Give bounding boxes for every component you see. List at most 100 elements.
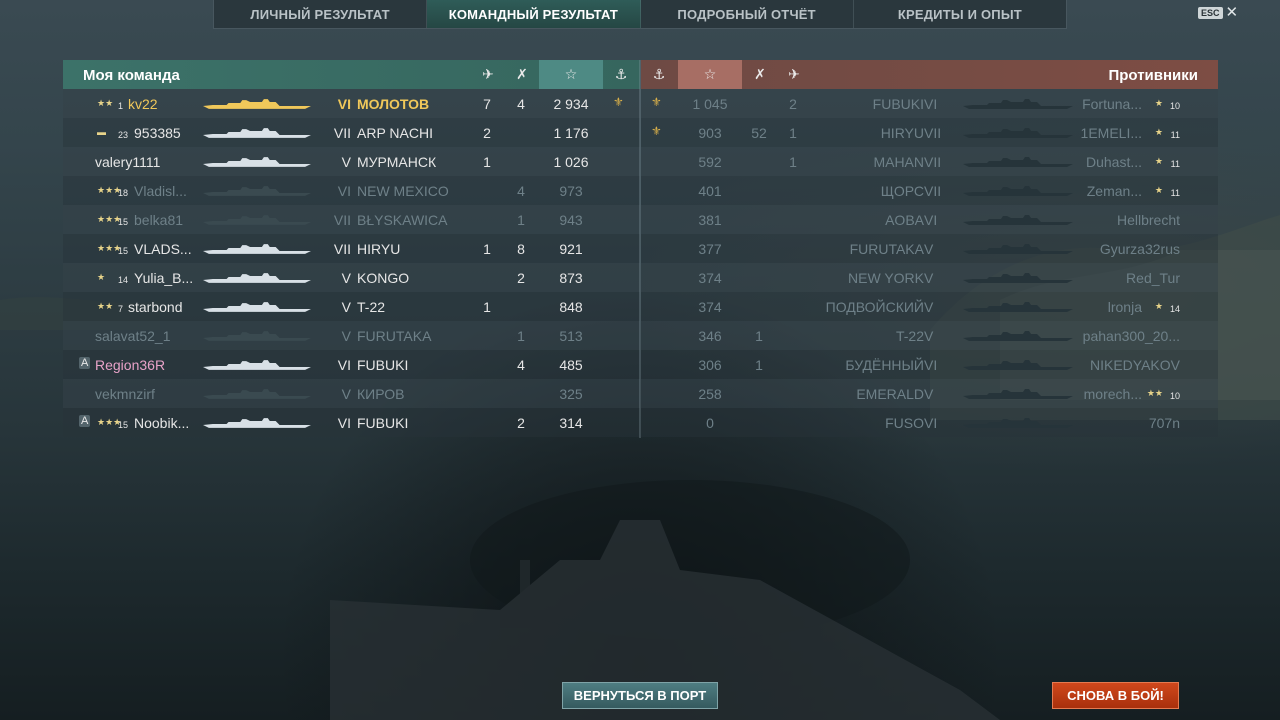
table-row[interactable]: ⚜ 1 045 2 FUBUKI VI Fortuna... ★ 10 xyxy=(641,89,1218,118)
table-row[interactable]: 346 1 T-22 Vpahan300_20... xyxy=(641,321,1218,350)
ships-destroyed: 1 xyxy=(517,212,525,228)
table-row[interactable]: 592 1 MAHAN VII Duhast... ★ 11 xyxy=(641,147,1218,176)
planes-destroyed: 7 xyxy=(483,96,491,112)
ship-tier: VI xyxy=(924,96,938,112)
player-name[interactable]: NIKEDYAKOV xyxy=(1090,357,1180,373)
ship-silhouette-icon xyxy=(203,184,311,196)
ship-tier: V xyxy=(924,299,934,315)
my-team-rows: ★★ 1 kv22 VI МОЛОТОВ 7 4 2 934 ⚜ ▬ 23 953385 VII ARP … xyxy=(63,89,640,437)
table-row[interactable]: A ★★★ 15 Noobik... VI FUBUKI 2 314 xyxy=(63,408,640,437)
table-row[interactable]: 401 ЩОРС VII Zeman... ★ 11 xyxy=(641,176,1218,205)
base-xp: 2 934 xyxy=(553,96,589,112)
crossed-swords-icon[interactable]: ✗ xyxy=(506,60,538,89)
return-to-port-button[interactable]: ВЕРНУТЬСЯ В ПОРТ xyxy=(562,682,718,709)
player-name[interactable]: VLADS... xyxy=(134,241,192,257)
ship-tier: V xyxy=(924,241,934,257)
player-name[interactable]: valery1111 xyxy=(95,154,160,170)
player-name[interactable]: belka81 xyxy=(134,212,183,228)
tab-detailed-report[interactable]: ПОДРОБНЫЙ ОТЧЁТ xyxy=(641,0,854,28)
base-xp: 1 045 xyxy=(692,96,728,112)
ship-name: КИРОВ xyxy=(357,386,405,402)
star-icon[interactable]: ☆ xyxy=(678,60,742,89)
table-row[interactable]: ★★★ 15 VLADS... VII HIRYU 1 8 921 xyxy=(63,234,640,263)
ship-tier: V xyxy=(924,328,934,344)
ship-tier: V xyxy=(341,328,351,344)
player-name[interactable]: vekmnzirf xyxy=(95,386,155,402)
ship-silhouette-icon xyxy=(203,329,311,341)
table-row[interactable]: 374 NEW YORK V Red_Tur xyxy=(641,263,1218,292)
tab-credits-xp[interactable]: КРЕДИТЫ И ОПЫТ xyxy=(854,0,1066,28)
ship-tier: V xyxy=(341,270,351,286)
table-row[interactable]: ⚜ 903 52 1 HIRYU VII 1EMELI... ★ 11 xyxy=(641,118,1218,147)
ship-name: EMERALD xyxy=(856,386,924,402)
player-name[interactable]: Duhast... xyxy=(1086,154,1142,170)
my-team-title: Моя команда xyxy=(83,67,180,84)
rank-badge-icon: ★ xyxy=(1154,185,1163,195)
player-name[interactable]: 707n xyxy=(1149,415,1180,431)
table-row[interactable]: 377 FURUTAKA V Gyurza32rus xyxy=(641,234,1218,263)
ships-destroyed: 2 xyxy=(517,270,525,286)
player-name[interactable]: salavat52_1 xyxy=(95,328,171,344)
ships-destroyed: 1 xyxy=(755,357,763,373)
table-row[interactable]: salavat52_1 V FURUTAKA 1 513 xyxy=(63,321,640,350)
table-row[interactable]: ★★★ 18 Vladisl... VI NEW MEXICO 4 973 xyxy=(63,176,640,205)
player-name[interactable]: Hellbrecht xyxy=(1117,212,1180,228)
player-name[interactable]: morech... xyxy=(1084,386,1142,402)
rank-badge-icon: ★★ xyxy=(97,98,114,108)
ship-name: ЩОРС xyxy=(880,183,924,199)
player-name[interactable]: Red_Tur xyxy=(1126,270,1180,286)
table-row[interactable]: ★★★ 15 belka81 VII BŁYSKAWICA 1 943 xyxy=(63,205,640,234)
ship-silhouette-icon xyxy=(959,416,1077,428)
tab-team-result[interactable]: КОМАНДНЫЙ РЕЗУЛЬТАТ xyxy=(427,0,641,28)
table-row[interactable]: A Region36R VI FUBUKI 4 485 xyxy=(63,350,640,379)
player-name[interactable]: Noobik... xyxy=(134,415,189,431)
table-row[interactable]: ▬ 23 953385 VII ARP NACHI 2 1 176 xyxy=(63,118,640,147)
ship-name: FUSO xyxy=(885,415,924,431)
rank-badge-icon: ★ xyxy=(1154,98,1163,108)
player-name[interactable]: Fortuna... xyxy=(1082,96,1142,112)
player-name[interactable]: Vladisl... xyxy=(134,183,187,199)
player-name[interactable]: Region36R xyxy=(95,357,165,373)
planes-destroyed: 1 xyxy=(789,154,797,170)
table-row[interactable]: valery1111 V МУРМАНСК 1 1 026 xyxy=(63,147,640,176)
star-icon[interactable]: ☆ xyxy=(539,60,603,89)
table-row[interactable]: ★★ 1 kv22 VI МОЛОТОВ 7 4 2 934 ⚜ xyxy=(63,89,640,118)
base-xp: 873 xyxy=(559,270,583,286)
table-row[interactable]: 0 FUSO VI 707n xyxy=(641,408,1218,437)
table-row[interactable]: 258 EMERALD Vmorech... ★★ 10 xyxy=(641,379,1218,408)
enemy-team-rows: ⚜ 1 045 2 FUBUKI VI Fortuna... ★ 10 ⚜ 903 52 1 HIRYU… xyxy=(641,89,1218,437)
anchor-medal-icon[interactable]: ⚓ xyxy=(605,60,637,89)
crossed-swords-icon[interactable]: ✗ xyxy=(744,60,776,89)
anchor-medal-icon[interactable]: ⚓ xyxy=(643,60,675,89)
table-row[interactable]: 306 1 БУДЁННЫЙ VI NIKEDYAKOV xyxy=(641,350,1218,379)
player-name[interactable]: Gyurza32rus xyxy=(1100,241,1180,257)
table-row[interactable]: ★ 14 Yulia_B... V KONGO 2 873 xyxy=(63,263,640,292)
enemy-team-panel: ⚓ ☆ ✗ ✈ Противники ⚜ 1 045 2 FUBUKI VI Fortun… xyxy=(641,60,1218,437)
plane-icon[interactable]: ✈ xyxy=(472,60,504,89)
rank-badge-icon: ★ xyxy=(97,272,106,282)
player-name[interactable]: kv22 xyxy=(128,96,158,112)
player-name[interactable]: Zeman... xyxy=(1087,183,1142,199)
table-row[interactable]: ★★ 7 starbond V T-22 1 848 xyxy=(63,292,640,321)
my-team-panel: Моя команда ✈ ✗ ☆ ⚓ ★★ 1 kv22 VI МОЛОТОВ 7 4 2 … xyxy=(63,60,640,437)
player-name[interactable]: starbond xyxy=(128,299,182,315)
player-name[interactable]: Yulia_B... xyxy=(134,270,193,286)
ship-name: NEW MEXICO xyxy=(357,183,449,199)
tab-personal-result[interactable]: ЛИЧНЫЙ РЕЗУЛЬТАТ xyxy=(214,0,428,28)
table-row[interactable]: 374 ПОДВОЙСКИЙ Vlronja ★ 14 xyxy=(641,292,1218,321)
anchor-medal-icon: ⚜ xyxy=(613,95,624,109)
plane-icon[interactable]: ✈ xyxy=(778,60,810,89)
close-button[interactable]: ESC ✕ xyxy=(1198,5,1238,20)
player-name[interactable]: 1EMELI... xyxy=(1081,125,1142,141)
ship-silhouette-icon xyxy=(203,271,311,283)
player-name[interactable]: 953385 xyxy=(134,125,181,141)
table-row[interactable]: 381 AOBA VI Hellbrecht xyxy=(641,205,1218,234)
player-level: 10 xyxy=(1169,101,1180,111)
ship-tier: VII xyxy=(924,183,942,199)
player-name[interactable]: lronja xyxy=(1108,299,1142,315)
table-row[interactable]: vekmnzirf V КИРОВ 325 xyxy=(63,379,640,408)
base-xp: 943 xyxy=(559,212,583,228)
battle-again-button[interactable]: СНОВА В БОЙ! xyxy=(1052,682,1179,709)
player-name[interactable]: pahan300_20... xyxy=(1083,328,1180,344)
player-level: 1 xyxy=(118,101,124,111)
